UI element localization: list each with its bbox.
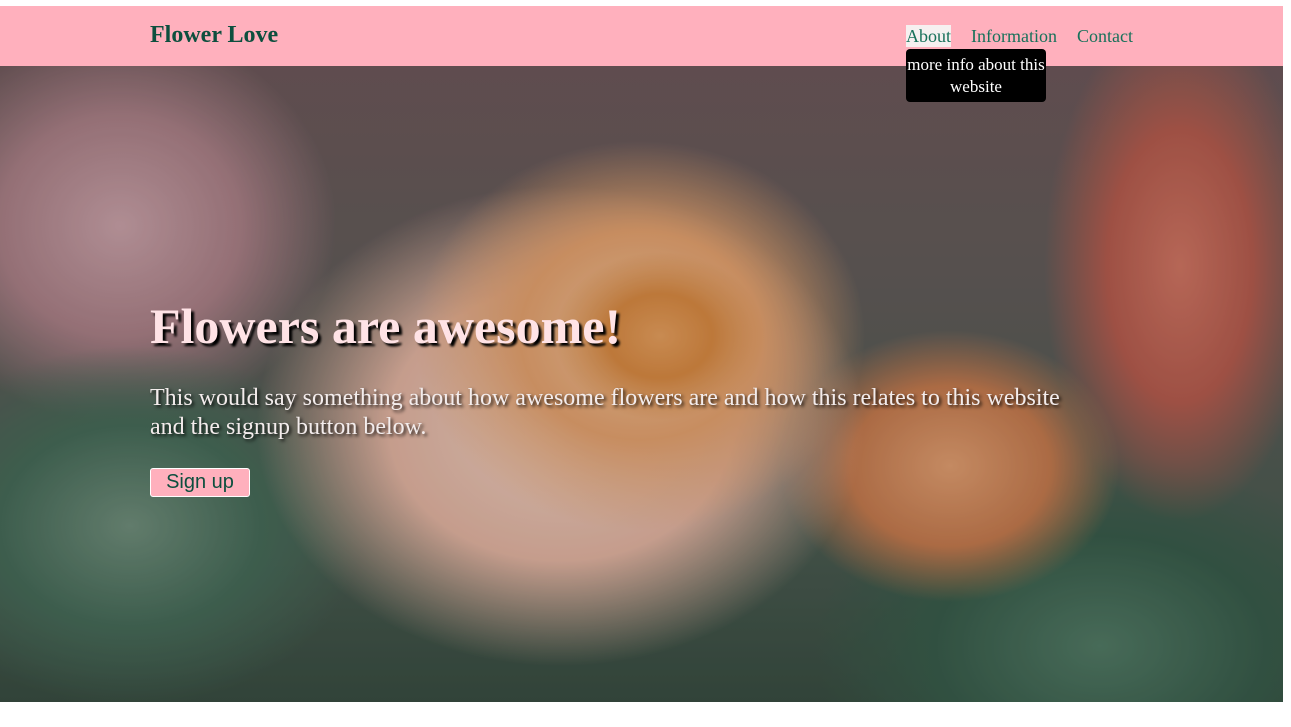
nav-link-information[interactable]: Information [971,25,1057,47]
nav-link-about[interactable]: About [906,25,951,47]
hero-lead-text: This would say something about how aweso… [150,385,1060,440]
signup-button[interactable]: Sign up [150,468,250,497]
about-tooltip: more info about this website [906,49,1046,102]
page: Flower Love About Information Contact mo… [0,6,1283,702]
brand-link[interactable]: Flower Love [150,22,278,49]
nav-link-contact[interactable]: Contact [1077,25,1133,47]
hero-headline: Flowers are awesome! [150,298,622,354]
navbar: Flower Love About Information Contact [0,6,1283,66]
main-nav: About Information Contact [906,25,1133,47]
hero-content: Flowers are awesome! This would say some… [150,294,1110,497]
